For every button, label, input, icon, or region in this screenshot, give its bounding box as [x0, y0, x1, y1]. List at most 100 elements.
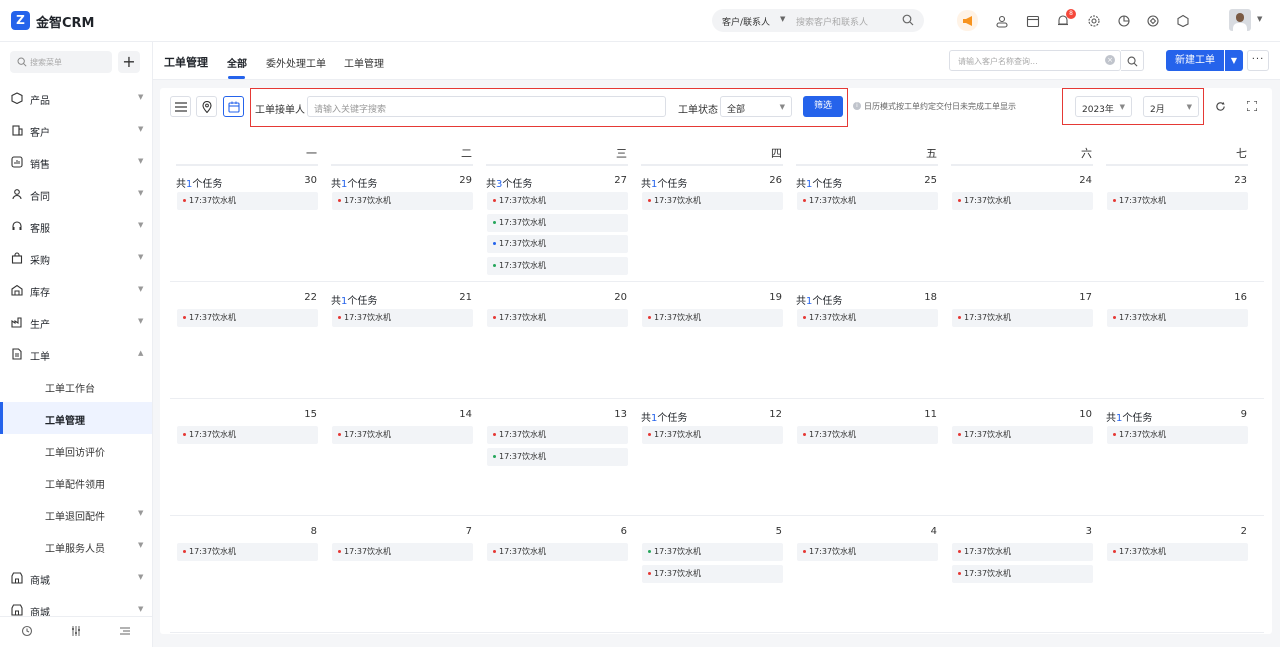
status-select[interactable]: 全部 ▼: [720, 96, 792, 117]
task-item[interactable]: 17:37饮水机: [952, 543, 1093, 561]
task-item[interactable]: 17:37饮水机: [952, 426, 1093, 444]
task-item[interactable]: 17:37饮水机: [1107, 543, 1248, 561]
tab-outsourced[interactable]: 委外处理工单: [266, 55, 326, 70]
task-item[interactable]: 17:37饮水机: [642, 426, 783, 444]
day-number[interactable]: 9: [1207, 409, 1247, 420]
tab-all[interactable]: 全部: [227, 55, 247, 70]
calendar-icon[interactable]: [1023, 11, 1043, 31]
chevron-down-icon[interactable]: ▼: [780, 15, 785, 23]
gear-icon[interactable]: [1084, 11, 1104, 31]
sidebar-item-inventory[interactable]: 库存 ▼: [0, 274, 152, 306]
sidebar-item-service[interactable]: 客服 ▼: [0, 210, 152, 242]
day-number[interactable]: 26: [742, 175, 782, 186]
task-item[interactable]: 17:37饮水机: [487, 213, 628, 232]
day-number[interactable]: 29: [432, 175, 472, 186]
day-number[interactable]: 16: [1207, 292, 1247, 303]
sidebar-item-purchase[interactable]: 采购 ▼: [0, 242, 152, 274]
avatar[interactable]: [1229, 9, 1251, 31]
task-item[interactable]: 17:37饮水机: [487, 447, 628, 466]
global-search[interactable]: 客户/联系人 ▼ 搜索客户和联系人: [712, 9, 924, 32]
sidebar-item-workorder-workbench[interactable]: 工单工作台: [0, 370, 152, 402]
day-number[interactable]: 14: [432, 409, 472, 420]
task-item[interactable]: 17:37饮水机: [642, 309, 783, 327]
day-number[interactable]: 7: [432, 526, 472, 537]
task-item[interactable]: 17:37饮水机: [177, 543, 318, 561]
task-item[interactable]: 17:37饮水机: [177, 309, 318, 327]
sidebar-item-workorder-return[interactable]: 工单退回配件 ▼: [0, 498, 152, 530]
day-number[interactable]: 5: [742, 526, 782, 537]
task-item[interactable]: 17:37饮水机: [952, 309, 1093, 327]
shield-icon[interactable]: [1143, 11, 1163, 31]
task-item[interactable]: 17:37饮水机: [642, 543, 783, 561]
task-item[interactable]: 17:37饮水机: [332, 192, 473, 210]
task-item[interactable]: 17:37饮水机: [797, 543, 938, 561]
task-item[interactable]: 17:37饮水机: [177, 192, 318, 210]
task-item[interactable]: 17:37饮水机: [1107, 426, 1248, 444]
customer-search-button[interactable]: [1121, 50, 1144, 71]
refresh-icon[interactable]: [1212, 98, 1228, 114]
day-number[interactable]: 30: [277, 175, 317, 186]
sidebar-item-workorder-management[interactable]: 工单管理: [0, 402, 152, 434]
day-number[interactable]: 21: [432, 292, 472, 303]
collapse-icon[interactable]: [119, 625, 131, 640]
sidebar-item-sales[interactable]: 销售 ▼: [0, 146, 152, 178]
sidebar-item-production[interactable]: 生产 ▼: [0, 306, 152, 338]
calendar-view-button[interactable]: [223, 96, 244, 117]
sliders-icon[interactable]: [70, 625, 82, 640]
day-number[interactable]: 12: [742, 409, 782, 420]
task-item[interactable]: 17:37饮水机: [332, 426, 473, 444]
task-item[interactable]: 17:37饮水机: [642, 564, 783, 583]
chevron-down-icon[interactable]: ▼: [1257, 15, 1262, 23]
sidebar-item-workorder[interactable]: 工单 ▲: [0, 338, 152, 370]
global-search-input[interactable]: 搜索客户和联系人: [796, 15, 868, 28]
task-item[interactable]: 17:37饮水机: [797, 426, 938, 444]
task-item[interactable]: 17:37饮水机: [487, 543, 628, 561]
clear-icon[interactable]: ×: [1105, 55, 1115, 65]
day-number[interactable]: 2: [1207, 526, 1247, 537]
sidebar-item-contract[interactable]: 合同 ▼: [0, 178, 152, 210]
tab-workorder-management[interactable]: 工单管理: [344, 55, 384, 70]
app-logo[interactable]: Z: [11, 11, 30, 30]
day-number[interactable]: 8: [277, 526, 317, 537]
map-view-button[interactable]: [196, 96, 217, 117]
task-item[interactable]: 17:37饮水机: [487, 192, 628, 210]
day-number[interactable]: 27: [587, 175, 627, 186]
day-number[interactable]: 4: [897, 526, 937, 537]
task-item[interactable]: 17:37饮水机: [487, 426, 628, 444]
task-item[interactable]: 17:37饮水机: [1107, 309, 1248, 327]
task-item[interactable]: 17:37饮水机: [1107, 192, 1248, 210]
keyword-search-input[interactable]: 请输入关键字搜索: [307, 96, 666, 117]
task-item[interactable]: 17:37饮水机: [797, 309, 938, 327]
day-number[interactable]: 3: [1052, 526, 1092, 537]
sidebar-item-workorder-staff[interactable]: 工单服务人员 ▼: [0, 530, 152, 562]
task-item[interactable]: 17:37饮水机: [952, 192, 1093, 210]
month-select[interactable]: 2月 ▼: [1143, 96, 1199, 117]
year-select[interactable]: 2023年 ▼: [1075, 96, 1132, 117]
new-workorder-button[interactable]: 新建工单: [1166, 50, 1224, 71]
search-type-select[interactable]: 客户/联系人: [722, 15, 770, 28]
day-number[interactable]: 19: [742, 292, 782, 303]
search-icon[interactable]: [902, 14, 914, 26]
task-item[interactable]: 17:37饮水机: [487, 309, 628, 327]
history-icon[interactable]: [21, 625, 33, 640]
sidebar-item-customer[interactable]: 客户 ▼: [0, 114, 152, 146]
task-item[interactable]: 17:37饮水机: [177, 426, 318, 444]
day-number[interactable]: 15: [277, 409, 317, 420]
sidebar-item-workorder-review[interactable]: 工单回访评价: [0, 434, 152, 466]
sidebar-item-mall[interactable]: 商城 ▼: [0, 562, 152, 594]
day-number[interactable]: 13: [587, 409, 627, 420]
more-button[interactable]: ···: [1247, 50, 1269, 71]
day-number[interactable]: 18: [897, 292, 937, 303]
fullscreen-icon[interactable]: [1244, 98, 1260, 114]
add-menu-button[interactable]: +: [118, 51, 140, 73]
day-number[interactable]: 24: [1052, 175, 1092, 186]
task-item[interactable]: 17:37饮水机: [487, 256, 628, 275]
contacts-icon[interactable]: [992, 11, 1012, 31]
task-item[interactable]: 17:37饮水机: [642, 192, 783, 210]
day-number[interactable]: 17: [1052, 292, 1092, 303]
filter-button[interactable]: 筛选: [803, 96, 843, 117]
customer-search-input[interactable]: 请输入客户名称查询... ×: [949, 50, 1121, 71]
task-item[interactable]: 17:37饮水机: [952, 564, 1093, 583]
box-icon[interactable]: [1173, 11, 1193, 31]
day-number[interactable]: 22: [277, 292, 317, 303]
